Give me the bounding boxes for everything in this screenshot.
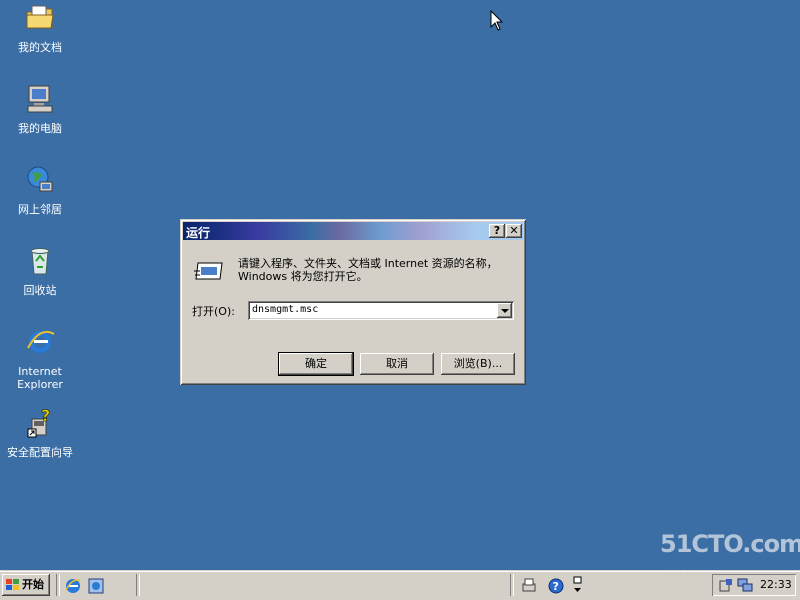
- window-menu-icon[interactable]: [572, 575, 584, 595]
- security-wizard-icon: ?: [27, 406, 51, 438]
- computer-icon: [27, 85, 53, 113]
- desktop-icon-label: 安全配置向导: [7, 446, 73, 459]
- run-dialog-titlebar[interactable]: 运行 ? ✕: [183, 222, 523, 240]
- svg-text:?: ?: [41, 407, 50, 425]
- dialog-message: 请键入程序、文件夹、文档或 Internet 资源的名称，Windows 将为您…: [238, 257, 498, 283]
- taskbar-separator: [136, 574, 140, 596]
- cancel-button[interactable]: 取消: [360, 353, 434, 375]
- network-tray-icon[interactable]: [737, 577, 753, 593]
- run-icon: [194, 262, 223, 280]
- folder-documents-icon: [26, 5, 54, 29]
- security-tray-icon[interactable]: [718, 577, 734, 593]
- desktop-icon-security-wizard[interactable]: ? 安全配置向导: [0, 406, 80, 459]
- desktop-icon-label: 回收站: [23, 284, 57, 297]
- desktop-icon-my-computer[interactable]: 我的电脑: [0, 83, 80, 135]
- desktop-icon-my-documents[interactable]: 我的文档: [0, 2, 80, 54]
- desktop-icon-label: 网上邻居: [18, 203, 62, 216]
- clock[interactable]: 22:33: [760, 578, 792, 591]
- quicklaunch-ie-icon[interactable]: [64, 577, 82, 595]
- quicklaunch-show-desktop-icon[interactable]: [87, 577, 105, 595]
- desktop-icon-label: Internet Explorer: [17, 365, 63, 391]
- dialog-title: 运行: [186, 226, 211, 240]
- windows-logo-icon: [6, 579, 19, 590]
- start-label: 开始: [22, 578, 44, 591]
- chevron-down-icon[interactable]: [497, 303, 512, 318]
- start-button[interactable]: 开始: [2, 574, 50, 596]
- ok-button[interactable]: 确定: [278, 352, 354, 376]
- taskbar: 开始 ? 22:33: [0, 570, 800, 600]
- taskbar-separator: [56, 574, 60, 596]
- desktop-icon-internet-explorer[interactable]: Internet Explorer: [0, 326, 80, 391]
- desktop-icon-network[interactable]: 网上邻居: [0, 164, 80, 216]
- desktop-icon-label: 我的电脑: [18, 122, 62, 135]
- help-icon[interactable]: ?: [547, 577, 565, 595]
- recycle-bin-icon: [30, 248, 50, 275]
- desktop-icon-label: 我的文档: [18, 41, 62, 54]
- open-combobox[interactable]: dnsmgmt.msc: [248, 301, 514, 320]
- open-input[interactable]: dnsmgmt.msc: [252, 304, 318, 315]
- help-button[interactable]: ?: [489, 224, 505, 238]
- system-tray: 22:33: [712, 574, 796, 596]
- mouse-pointer-icon: [490, 10, 504, 31]
- svg-text:?: ?: [553, 580, 559, 593]
- desktop-icon-recycle-bin[interactable]: 回收站: [0, 245, 80, 297]
- printer-icon[interactable]: [520, 577, 538, 595]
- run-dialog: 运行 ? ✕ 请键入程序、文件夹、文档或 Internet 资源的名称，Wind…: [180, 219, 526, 385]
- network-icon: [27, 166, 53, 192]
- browse-button[interactable]: 浏览(B)...: [441, 353, 515, 375]
- taskbar-separator: [510, 574, 514, 596]
- watermark-logo: 51CTO.com: [660, 530, 800, 558]
- ie-icon: [27, 330, 55, 353]
- close-button[interactable]: ✕: [506, 224, 522, 238]
- open-label: 打开(O):: [192, 305, 235, 318]
